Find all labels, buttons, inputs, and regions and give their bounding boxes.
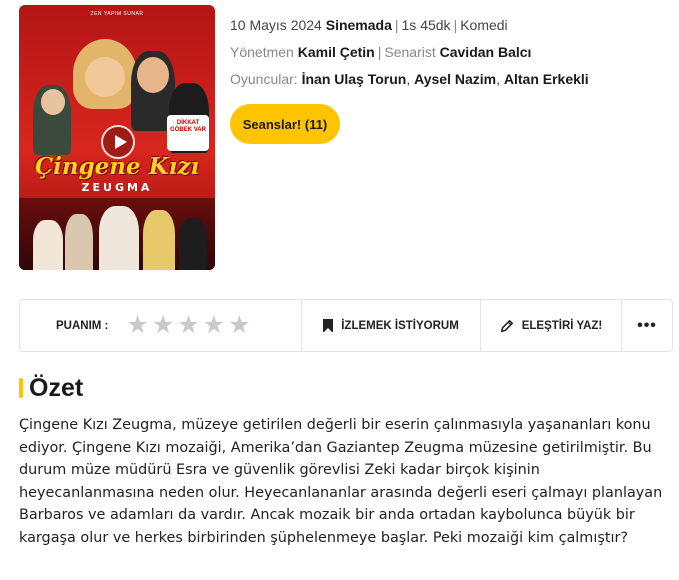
star-icon[interactable]: ★ bbox=[228, 313, 250, 338]
more-icon: ••• bbox=[637, 316, 657, 334]
summary-title: Özet bbox=[29, 373, 84, 402]
poster-crowd bbox=[19, 198, 215, 270]
director-label: Yönetmen bbox=[230, 44, 294, 60]
rating-section: PUANIM : ★ ★ ★ ★ ★ bbox=[20, 300, 302, 351]
poster-figure bbox=[99, 206, 139, 270]
cast-member[interactable]: Aysel Nazim bbox=[414, 71, 496, 87]
writer-name[interactable]: Cavidan Balcı bbox=[440, 44, 532, 60]
poster-figure bbox=[33, 220, 63, 270]
rating-label: PUANIM : bbox=[56, 319, 109, 332]
poster-figure bbox=[85, 57, 125, 97]
poster-top-text: ZEN YAPIM SUNAR bbox=[90, 11, 144, 17]
separator: | bbox=[377, 44, 382, 60]
director-name[interactable]: Kamil Çetin bbox=[298, 44, 375, 60]
poster-title: Çingene Kızı bbox=[34, 153, 200, 180]
action-bar: PUANIM : ★ ★ ★ ★ ★ İZLEMEK İSTİYORUM ELE… bbox=[19, 299, 673, 352]
genre[interactable]: Komedi bbox=[460, 17, 507, 33]
star-icon[interactable]: ★ bbox=[152, 313, 174, 338]
write-review-button[interactable]: ELEŞTİRİ YAZ! bbox=[481, 300, 622, 351]
summary-header: Özet bbox=[19, 372, 83, 404]
crew-row: Yönetmen Kamil Çetin | Senarist Cavidan Ba… bbox=[230, 39, 589, 66]
pencil-icon bbox=[500, 319, 513, 332]
poster-subtitle: ZEUGMA bbox=[81, 181, 153, 194]
release-date: 10 Mayıs 2024 bbox=[230, 17, 322, 33]
release-info-row: 10 Mayıs 2024 Sinemada | 1s 45dk | Komedi bbox=[230, 12, 589, 39]
poster-figure bbox=[65, 214, 93, 270]
star-icon[interactable]: ★ bbox=[203, 313, 225, 338]
more-options-button[interactable]: ••• bbox=[622, 300, 672, 351]
movie-poster[interactable]: ZEN YAPIM SUNAR DİKKAT GÖBEK VAR Çingene… bbox=[19, 5, 215, 270]
review-label: ELEŞTİRİ YAZ! bbox=[521, 319, 603, 332]
bookmark-icon bbox=[323, 319, 334, 333]
star-icon[interactable]: ★ bbox=[177, 313, 199, 338]
poster-figure bbox=[179, 218, 207, 270]
poster-figure bbox=[143, 210, 175, 270]
summary-text: Çingene Kızı Zeugma, müzeye getirilen de… bbox=[19, 417, 663, 546]
poster-figure bbox=[137, 57, 169, 93]
movie-meta: 10 Mayıs 2024 Sinemada | 1s 45dk | Komedi Yö… bbox=[230, 12, 589, 93]
writer-label: Senarist bbox=[384, 44, 436, 60]
cast-row: Oyuncular: İnan Ulaş Torun, Aysel Nazim,… bbox=[230, 71, 589, 87]
cast-label: Oyuncular: bbox=[230, 71, 298, 87]
star-icon[interactable]: ★ bbox=[126, 313, 148, 338]
separator: | bbox=[394, 17, 399, 33]
cast-member[interactable]: Altan Erkekli bbox=[504, 71, 589, 87]
showtimes-button[interactable]: Seanslar! (11) bbox=[230, 104, 340, 144]
heading-accent-bar bbox=[19, 378, 23, 398]
poster-figure bbox=[41, 89, 65, 115]
poster-sign: DİKKAT GÖBEK VAR bbox=[167, 115, 209, 151]
watchlist-button[interactable]: İZLEMEK İSTİYORUM bbox=[302, 300, 481, 351]
release-status[interactable]: Sinemada bbox=[326, 17, 392, 33]
star-rating[interactable]: ★ ★ ★ ★ ★ bbox=[126, 313, 250, 338]
watchlist-label: İZLEMEK İSTİYORUM bbox=[341, 319, 459, 332]
cast-member[interactable]: İnan Ulaş Torun bbox=[302, 71, 407, 87]
separator: | bbox=[453, 17, 458, 33]
duration: 1s 45dk bbox=[401, 17, 451, 33]
